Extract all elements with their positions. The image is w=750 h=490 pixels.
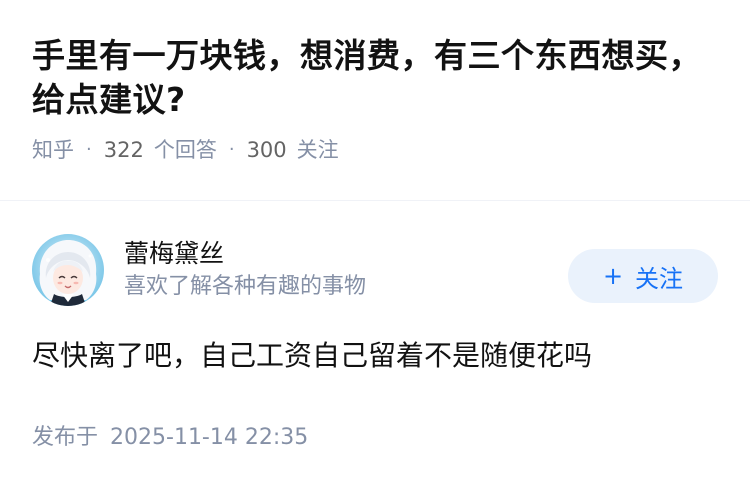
answer-count-label[interactable]: 个回答 [154,136,217,164]
follower-count-label[interactable]: 关注 [297,136,339,164]
author-name[interactable]: 蕾梅黛丝 [124,238,568,270]
section-divider [0,200,750,201]
plus-icon: + [602,262,624,290]
author-info: 蕾梅黛丝 喜欢了解各种有趣的事物 [124,238,568,302]
meta-separator: · [86,139,92,160]
avatar[interactable] [32,234,104,306]
follow-button[interactable]: + 关注 [568,249,718,303]
answer-publish-time: 发布于 2025-11-14 22:35 [32,423,308,453]
answer-content[interactable]: 尽快离了吧，自己工资自己留着不是随便花吗 [32,336,718,376]
published-timestamp: 2025-11-14 22:35 [110,425,309,450]
published-label: 发布于 [32,425,99,450]
question-meta: 知乎 · 322 个回答 · 300 关注 [32,136,712,164]
question-title[interactable]: 手里有一万块钱，想消费，有三个东西想买，给点建议? [32,34,712,122]
answer-count[interactable]: 322 [104,136,144,164]
meta-separator: · [228,139,235,160]
follow-button-label: 关注 [635,264,684,293]
author-bio: 喜欢了解各种有趣的事物 [124,274,367,299]
answer-card: 蕾梅黛丝 喜欢了解各种有趣的事物 + 关注 尽快离了吧，自己工资自己留着不是随便… [32,232,718,376]
follower-count[interactable]: 300 [247,136,287,164]
anime-avatar-icon [32,234,104,306]
source-label[interactable]: 知乎 [32,136,74,164]
question-header: 手里有一万块钱，想消费，有三个东西想买，给点建议? 知乎 · 322 个回答 ·… [32,34,712,164]
author-row: 蕾梅黛丝 喜欢了解各种有趣的事物 + 关注 [32,232,718,308]
